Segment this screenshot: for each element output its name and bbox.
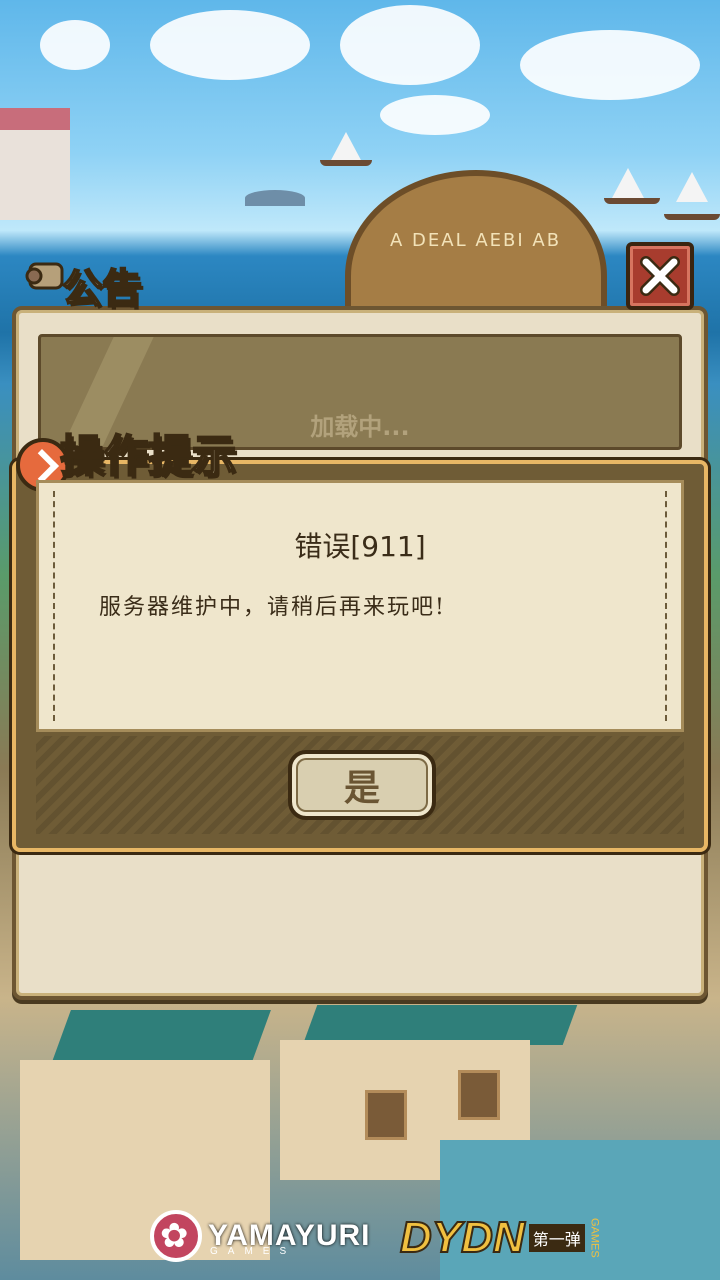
close-button[interactable]	[626, 242, 694, 310]
gear-text: A DEAL AEBI AB	[390, 230, 562, 251]
dialog-paper: 错误[911] 服务器维护中，请稍后再来玩吧!	[36, 480, 684, 732]
close-icon	[640, 256, 680, 296]
notice-title: 公告	[61, 265, 143, 313]
dialog-header: 操作提示	[59, 430, 237, 483]
dydn-logo: DYDN 第一弹 GAMES	[399, 1212, 601, 1263]
flower-icon	[150, 1210, 202, 1262]
yes-button[interactable]: 是	[288, 750, 436, 820]
yes-label: 是	[343, 768, 380, 809]
yamayuri-logo: YAMAYURI GAMES	[150, 1208, 371, 1264]
error-dialog: 操作提示 错误[911] 服务器维护中，请稍后再来玩吧! 是	[12, 430, 708, 852]
error-message: 服务器维护中，请稍后再来玩吧!	[99, 595, 446, 620]
error-title: 错误[911]	[294, 530, 426, 563]
